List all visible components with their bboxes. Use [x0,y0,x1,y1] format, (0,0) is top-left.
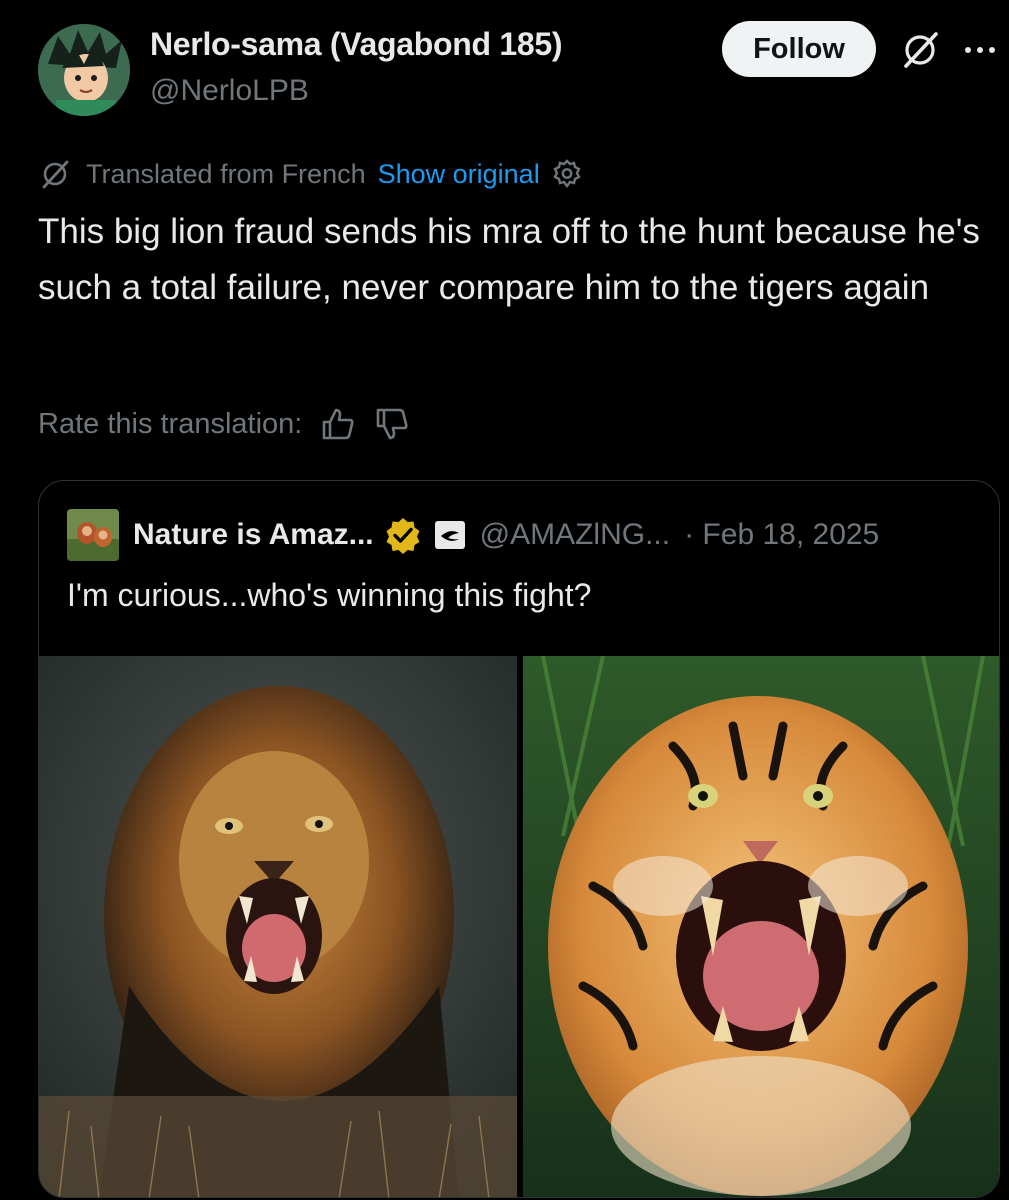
grok-translate-icon [38,157,72,191]
quoted-post-text: I'm curious...who's winning this fight? [67,577,592,613]
show-original-link[interactable]: Show original [378,159,540,190]
roaring-tiger-photo[interactable] [523,656,999,1197]
affiliate-badge-icon [434,520,466,550]
follow-button[interactable]: Follow [722,21,876,77]
translated-label: Translated from French [86,158,366,189]
more-options-icon[interactable] [960,30,1000,70]
quoted-author-avatar[interactable] [67,509,119,561]
roaring-lion-photo[interactable] [39,656,517,1197]
thumbs-down-icon[interactable] [374,406,410,442]
author-display-name[interactable]: Nerlo-sama (Vagabond 185) [150,26,563,63]
quoted-post[interactable]: Nature is Amaz... @AMAZlNG... · Feb 18, … [38,480,1000,1198]
quoted-author-handle[interactable]: @AMAZlNG... [480,518,670,552]
quoted-post-header: Nature is Amaz... @AMAZlNG... · Feb 18, … [67,509,879,561]
translation-info: Translated from French Show original [38,156,584,192]
verified-gold-badge-icon [384,516,422,554]
author-handle[interactable]: @NerloLPB [150,74,309,108]
grok-icon[interactable] [898,28,942,72]
author-avatar[interactable] [38,24,130,116]
post-header: Nerlo-sama (Vagabond 185) @NerloLPB Foll… [0,0,1009,140]
rate-translation-label: Rate this translation: [38,407,303,440]
quoted-post-media[interactable] [39,656,999,1197]
thumbs-up-icon[interactable] [320,406,356,442]
quoted-post-date[interactable]: · Feb 18, 2025 [684,518,879,552]
gear-icon[interactable] [550,157,584,191]
quoted-author-name[interactable]: Nature is Amaz... [133,518,374,552]
post-text: This big lion fraud sends his mra off to… [38,212,980,307]
rate-translation: Rate this translation: [38,402,410,446]
